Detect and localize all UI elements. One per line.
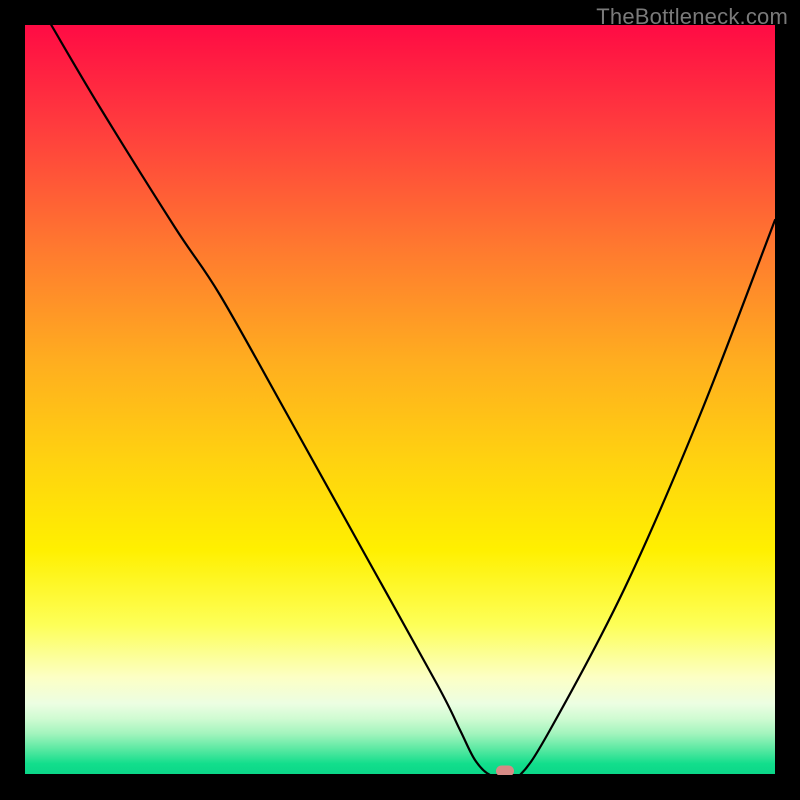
plot-area <box>25 25 775 775</box>
bottleneck-curve <box>51 25 775 775</box>
chart-frame: TheBottleneck.com <box>0 0 800 800</box>
optimal-marker <box>496 766 514 775</box>
curve-layer <box>25 25 775 775</box>
